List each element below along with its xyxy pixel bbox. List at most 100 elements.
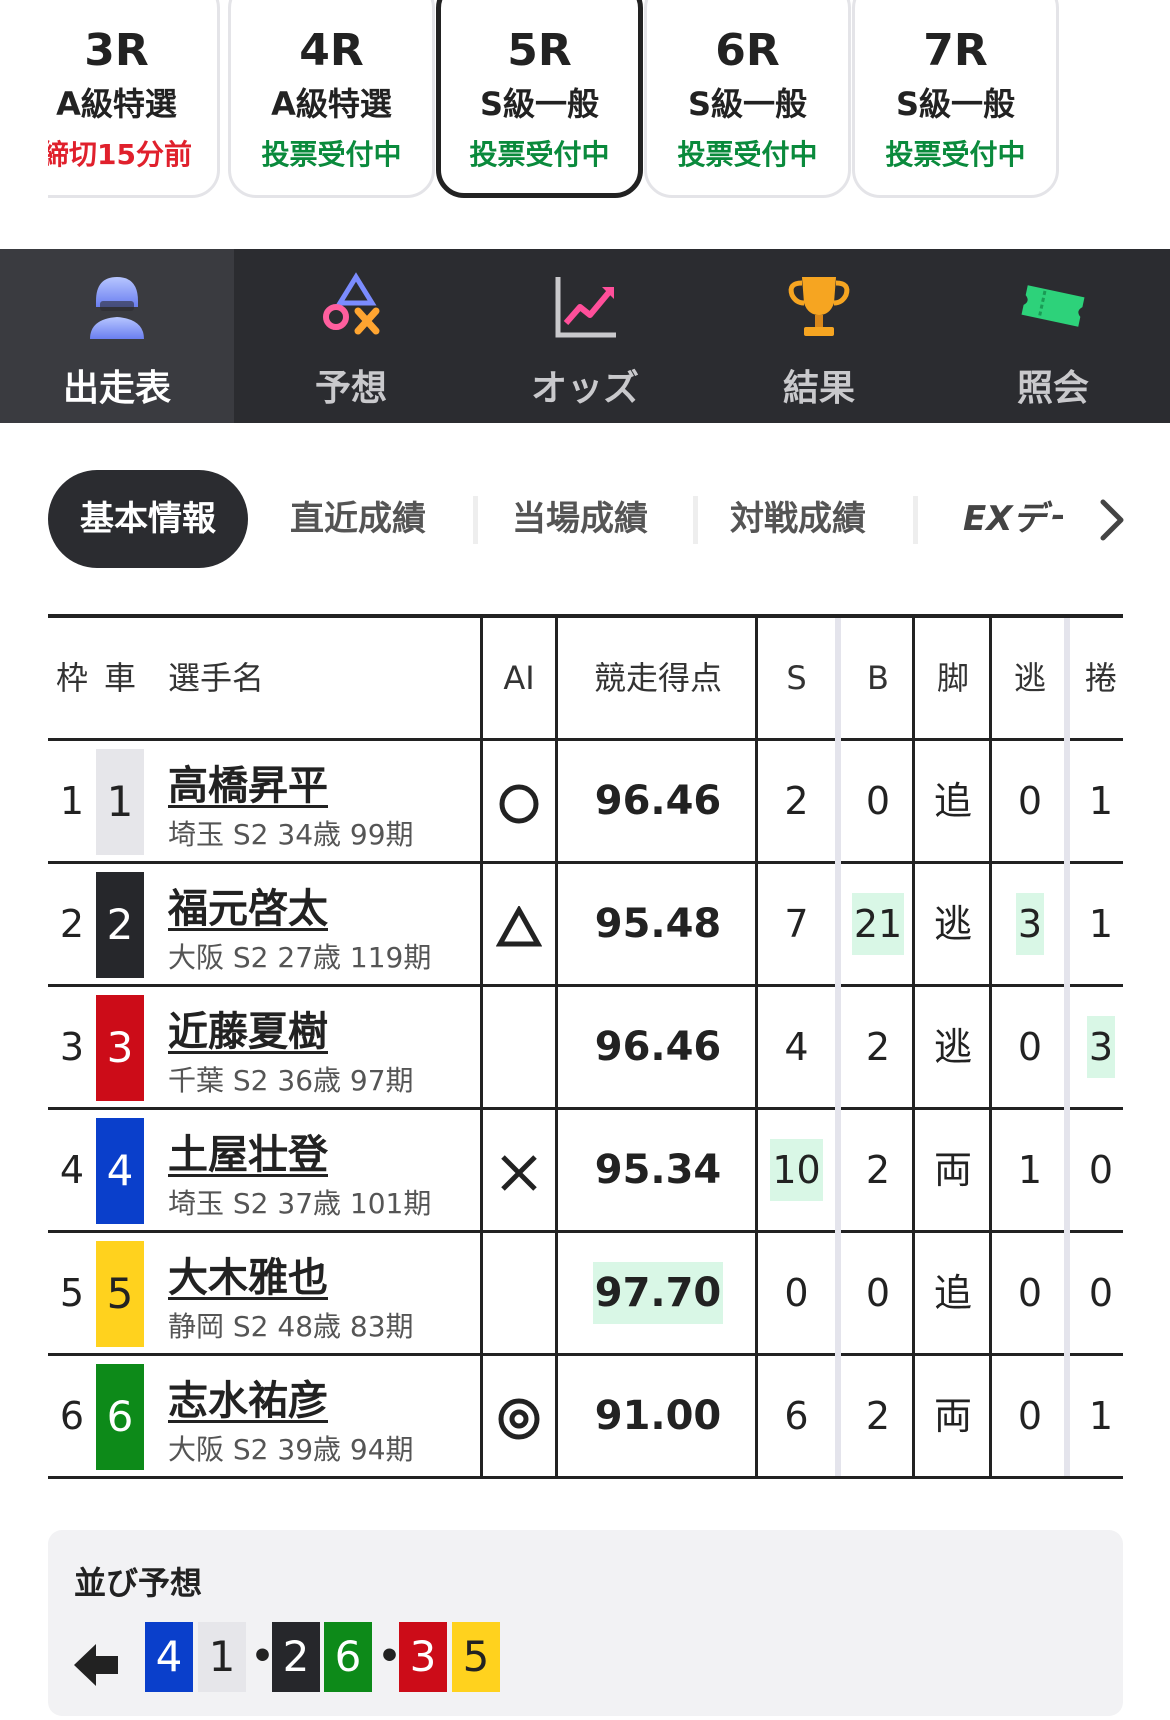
rider-info: 大阪 S2 27歳 119期 bbox=[168, 941, 432, 974]
column-divider bbox=[1064, 618, 1070, 1476]
ai-mark bbox=[483, 741, 555, 861]
header-ai: AI bbox=[503, 659, 535, 697]
rider-name-link[interactable]: 志水祐彦 bbox=[168, 1368, 328, 1426]
stat-b-value: 21 bbox=[851, 893, 905, 955]
race-status: 締切15分前 bbox=[48, 138, 192, 171]
stat-b: 21 bbox=[841, 864, 915, 984]
rider-name-link[interactable]: 福元啓太 bbox=[168, 876, 328, 934]
nav-prediction[interactable]: 予想 bbox=[234, 249, 468, 423]
subtab-basic-info[interactable]: 基本情報 bbox=[48, 470, 248, 568]
stat-b: 0 bbox=[865, 779, 891, 823]
ai-mark bbox=[483, 987, 555, 1107]
arrow-left-icon bbox=[74, 1644, 118, 1686]
car-number: 1 bbox=[96, 749, 144, 855]
rider-name-link[interactable]: 大木雅也 bbox=[168, 1245, 328, 1303]
stat-escape: 0 bbox=[1017, 779, 1043, 823]
leg-type: 逃 bbox=[933, 1025, 972, 1069]
rider-info: 大阪 S2 39歳 94期 bbox=[168, 1433, 414, 1466]
rider-info: 静岡 S2 48歳 83期 bbox=[168, 1310, 414, 1343]
stat-escape: 0 bbox=[1017, 1025, 1043, 1069]
ai-mark bbox=[483, 1233, 555, 1353]
stat-s: 6 bbox=[784, 1394, 809, 1438]
nav-label: 出走表 bbox=[62, 368, 171, 409]
table-row: 1 1 高橋昇平 埼玉 S2 34歳 99期 96.46 2 0 追 0 1 bbox=[48, 738, 1123, 861]
column-divider bbox=[480, 618, 483, 1476]
race-score: 91.00 bbox=[594, 1393, 722, 1439]
column-divider bbox=[912, 618, 915, 1476]
frame-number: 6 bbox=[59, 1394, 85, 1438]
race-tab-7r[interactable]: 7R S級一般 投票受付中 bbox=[852, 0, 1059, 198]
leg-type: 両 bbox=[933, 1148, 972, 1192]
race-tab-4r[interactable]: 4R A級特選 投票受付中 bbox=[228, 0, 435, 198]
ai-mark bbox=[483, 864, 555, 984]
nav-inquiry[interactable]: 照会 bbox=[936, 249, 1170, 423]
rider-name-link[interactable]: 高橋昇平 bbox=[168, 753, 328, 811]
header-frame: 枠 bbox=[55, 659, 88, 697]
car-number: 2 bbox=[96, 872, 144, 978]
race-score-value: 97.70 bbox=[592, 1262, 724, 1324]
rider-info: 埼玉 S2 34歳 99期 bbox=[168, 818, 414, 851]
frame-number: 5 bbox=[59, 1271, 85, 1315]
subtab-head-to-head[interactable]: 対戦成績 bbox=[713, 470, 883, 568]
race-tab-6r[interactable]: 6R S級一般 投票受付中 bbox=[644, 0, 851, 198]
subtab-recent-results[interactable]: 直近成績 bbox=[273, 470, 443, 568]
lineup-car: 6 bbox=[324, 1622, 372, 1692]
nav-label: 予想 bbox=[314, 368, 387, 409]
header-b: B bbox=[867, 659, 889, 697]
table-row: 6 6 志水祐彦 大阪 S2 39歳 94期 91.00 6 2 両 0 1 bbox=[48, 1353, 1123, 1476]
subtab-ex-data[interactable]: EXデー bbox=[963, 470, 1063, 568]
lineup-separator: • bbox=[378, 1636, 402, 1677]
header-makuri: 捲 bbox=[1084, 659, 1117, 697]
stat-s: 0 bbox=[784, 1271, 809, 1315]
race-tab-3r[interactable]: 3R A級特選 締切15分前 bbox=[48, 0, 220, 198]
race-number: 6R bbox=[715, 25, 780, 76]
leg-type: 両 bbox=[933, 1394, 972, 1438]
triangle-mark-icon bbox=[495, 904, 543, 946]
header-s: S bbox=[786, 659, 807, 697]
column-divider bbox=[989, 618, 992, 1476]
race-class: S級一般 bbox=[479, 85, 600, 123]
nav-odds[interactable]: オッズ bbox=[468, 249, 702, 423]
stat-escape: 3 bbox=[993, 864, 1067, 984]
lineup-prediction: 並び予想 4 1 • 2 6 • 3 5 bbox=[48, 1530, 1123, 1716]
race-status: 投票受付中 bbox=[677, 138, 818, 171]
info-subtabs: 基本情報 直近成績 当場成績 対戦成績 EXデー bbox=[48, 470, 1124, 568]
stat-b: 0 bbox=[865, 1271, 891, 1315]
trophy-icon bbox=[788, 277, 850, 336]
chevron-right-icon[interactable] bbox=[1093, 498, 1133, 542]
header-rider-name: 選手名 bbox=[168, 659, 265, 697]
rider-name-link[interactable]: 近藤夏樹 bbox=[168, 999, 328, 1057]
stat-b: 2 bbox=[865, 1148, 891, 1192]
race-score: 95.48 bbox=[594, 901, 722, 947]
prediction-shapes-icon bbox=[323, 272, 380, 335]
race-tab-5r[interactable]: 5R S級一般 投票受付中 bbox=[436, 0, 643, 198]
subtab-venue-results[interactable]: 当場成績 bbox=[495, 470, 665, 568]
stat-makuri: 1 bbox=[1088, 902, 1114, 946]
stat-makuri: 1 bbox=[1088, 779, 1114, 823]
nav-result[interactable]: 結果 bbox=[702, 249, 936, 423]
leg-type: 追 bbox=[933, 1271, 972, 1315]
race-class: A級特選 bbox=[56, 85, 177, 123]
stat-escape: 0 bbox=[1017, 1271, 1043, 1315]
table-row: 5 5 大木雅也 静岡 S2 48歳 83期 97.70 0 0 追 0 0 bbox=[48, 1230, 1123, 1353]
race-class: S級一般 bbox=[895, 85, 1016, 123]
stat-makuri-value: 3 bbox=[1086, 1016, 1116, 1078]
race-status: 投票受付中 bbox=[469, 138, 610, 171]
race-score: 97.70 bbox=[558, 1233, 758, 1353]
frame-number: 4 bbox=[59, 1148, 85, 1192]
rider-name-link[interactable]: 土屋壮登 bbox=[168, 1122, 328, 1180]
column-divider bbox=[755, 618, 758, 1476]
lineup-car: 2 bbox=[272, 1622, 320, 1692]
stat-escape: 0 bbox=[1017, 1394, 1043, 1438]
stat-b: 2 bbox=[865, 1025, 891, 1069]
nav-entry-list[interactable]: 出走表 bbox=[0, 249, 234, 423]
table-bottom-border bbox=[48, 1476, 1123, 1479]
frame-number: 3 bbox=[59, 1025, 85, 1069]
header-score: 競走得点 bbox=[593, 659, 722, 697]
stat-s: 10 bbox=[758, 1110, 835, 1230]
car-number: 5 bbox=[96, 1241, 144, 1347]
lineup-car: 5 bbox=[452, 1622, 500, 1692]
column-divider bbox=[835, 618, 841, 1476]
double-circle-mark-icon bbox=[498, 1398, 540, 1439]
nav-label: 照会 bbox=[1016, 368, 1089, 409]
